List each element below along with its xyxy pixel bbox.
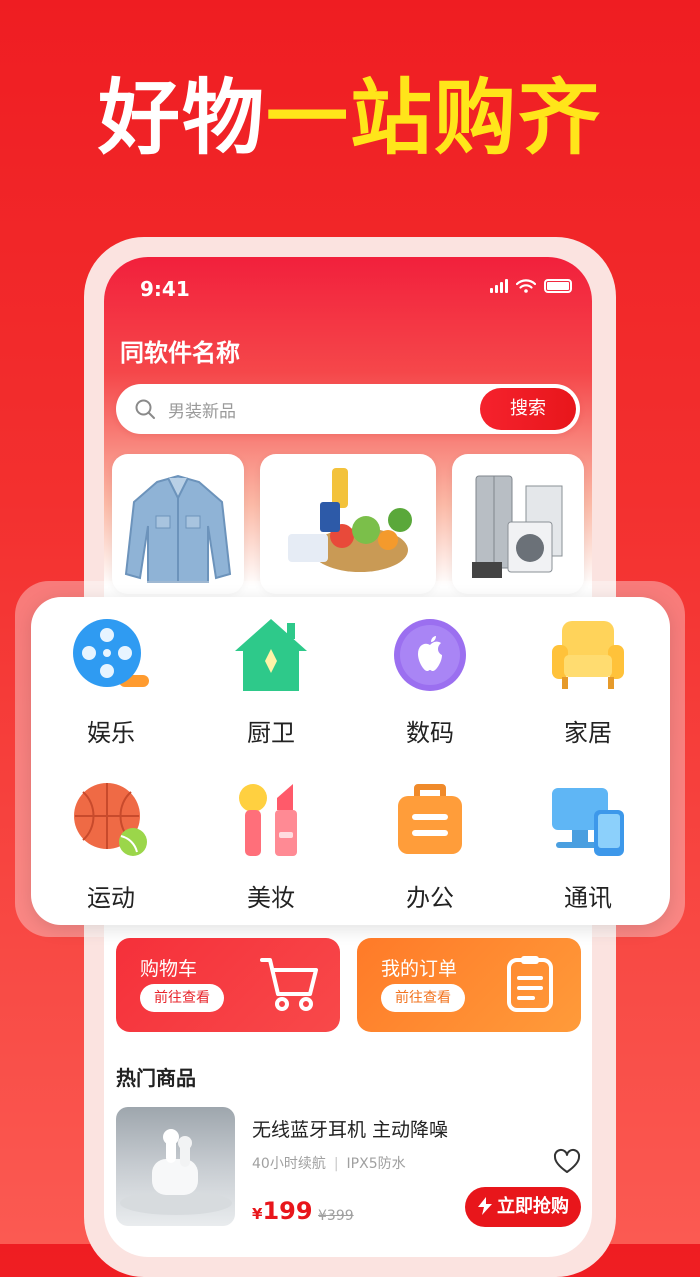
- price-value: 199: [262, 1197, 313, 1225]
- product-tag: IPX5防水: [346, 1156, 406, 1172]
- tag-divider: |: [333, 1156, 339, 1172]
- heart-icon[interactable]: [553, 1148, 581, 1176]
- category-entertainment[interactable]: 娱乐: [36, 615, 186, 748]
- house-icon: [235, 619, 307, 691]
- hot-products-title: 热门商品: [116, 1066, 196, 1090]
- search-button[interactable]: 搜索: [480, 388, 576, 430]
- product-price: ¥199: [252, 1197, 313, 1225]
- category-label: 家居: [564, 719, 612, 747]
- category-communication[interactable]: 通讯: [513, 780, 663, 913]
- category-office[interactable]: 办公: [355, 780, 505, 913]
- headline-white: 好物: [97, 71, 266, 166]
- orders-card[interactable]: 我的订单 前往查看: [357, 938, 581, 1032]
- clipboard-icon: [507, 956, 553, 1012]
- film-reel-icon: [73, 619, 149, 687]
- orders-view-button[interactable]: 前往查看: [381, 984, 465, 1012]
- category-label: 数码: [406, 719, 454, 747]
- category-beauty[interactable]: 美妆: [196, 780, 346, 913]
- briefcase-icon: [398, 784, 462, 854]
- lightning-icon: [478, 1197, 492, 1215]
- category-digital[interactable]: 数码: [355, 615, 505, 748]
- lipstick-icon: [239, 784, 297, 856]
- category-label: 办公: [406, 884, 454, 912]
- buy-now-button[interactable]: 立即抢购: [465, 1187, 581, 1227]
- sofa-icon: [552, 621, 624, 689]
- groceries-image: [288, 468, 412, 572]
- category-sports[interactable]: 运动: [36, 780, 186, 913]
- product-tag: 40小时续航: [252, 1156, 326, 1172]
- apple-logo-icon: [394, 619, 466, 691]
- headline-yellow: 一站购齐: [266, 71, 603, 166]
- category-label: 娱乐: [87, 719, 135, 747]
- category-label: 美妆: [247, 884, 295, 912]
- headline: 好物一站购齐: [0, 78, 700, 160]
- app-title: 同软件名称: [120, 339, 240, 367]
- category-label: 通讯: [564, 884, 612, 912]
- status-icons: [490, 279, 572, 293]
- cart-view-button[interactable]: 前往查看: [140, 984, 224, 1012]
- earbuds-image: [120, 1129, 232, 1215]
- category-label: 运动: [87, 884, 135, 912]
- banner-appliances[interactable]: [452, 454, 584, 594]
- banner-denim-jacket[interactable]: [112, 454, 244, 594]
- cart-card[interactable]: 购物车 前往查看: [116, 938, 340, 1032]
- category-kitchen[interactable]: 厨卫: [196, 615, 346, 748]
- wifi-icon: [516, 279, 536, 293]
- cart-title: 购物车: [140, 958, 198, 980]
- status-time: 9:41: [140, 277, 190, 301]
- appliances-image: [472, 475, 563, 578]
- price-currency: ¥: [252, 1205, 263, 1223]
- battery-icon: [544, 279, 572, 293]
- cart-icon: [260, 958, 318, 1011]
- devices-icon: [552, 788, 624, 856]
- product-old-price: ¥399: [318, 1208, 354, 1224]
- search-icon: [135, 399, 155, 419]
- category-label: 厨卫: [247, 719, 295, 747]
- product-name[interactable]: 无线蓝牙耳机 主动降噪: [252, 1115, 448, 1142]
- product-image[interactable]: [116, 1107, 235, 1226]
- buy-now-label: 立即抢购: [497, 1196, 569, 1217]
- category-home[interactable]: 家居: [513, 615, 663, 748]
- search-input[interactable]: 男装新品: [168, 397, 236, 422]
- banner-groceries[interactable]: [260, 454, 436, 594]
- product-tags: 40小时续航 | IPX5防水: [252, 1153, 406, 1173]
- search-bar[interactable]: 男装新品 搜索: [116, 384, 580, 434]
- denim-jacket-image: [124, 474, 232, 583]
- category-grid: 娱乐 厨卫 数码 家居 运动 美妆 办公 通讯: [31, 597, 670, 925]
- orders-title: 我的订单: [381, 958, 458, 980]
- signal-icon: [490, 279, 508, 293]
- basketball-icon: [74, 783, 147, 856]
